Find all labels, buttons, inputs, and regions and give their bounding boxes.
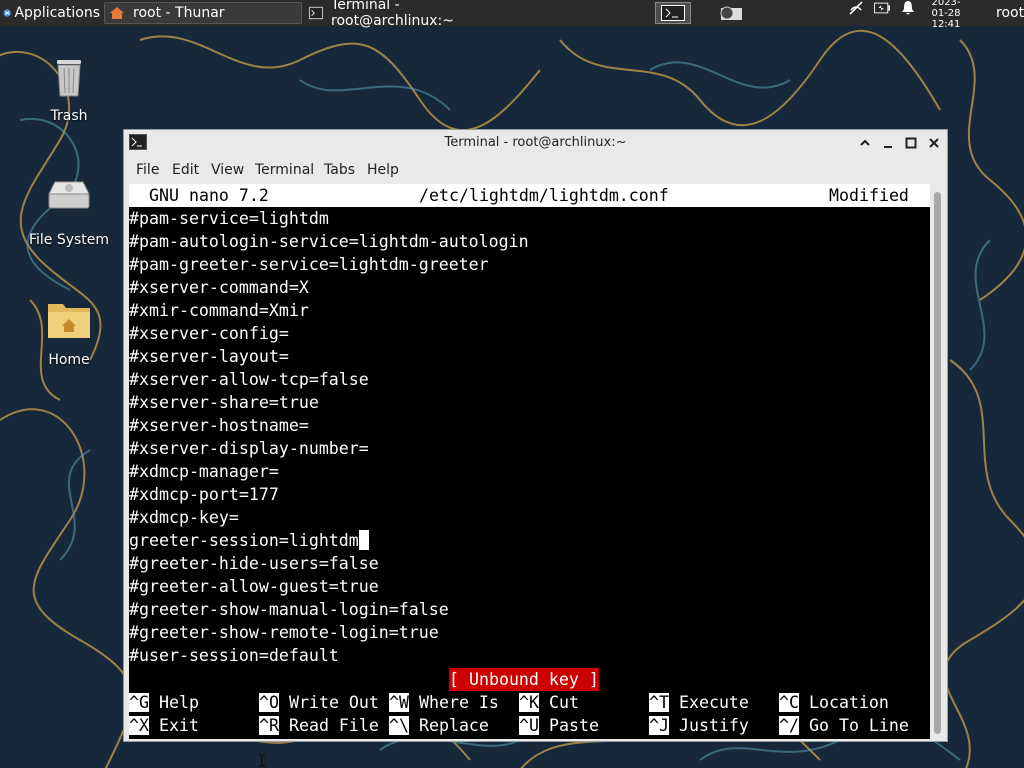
- window-titlebar[interactable]: Terminal - root@archlinux:~: [124, 130, 947, 156]
- task-terminal-label: Terminal - root@archlinux:~: [331, 0, 454, 29]
- task-terminal[interactable]: Terminal - root@archlinux:~: [304, 0, 504, 29]
- terminal-screen[interactable]: GNU nano 7.2 /etc/lightdm/lightdm.conf M…: [129, 184, 930, 739]
- editor-line: #xmir-command=Xmir: [129, 301, 309, 320]
- minimize-icon: [884, 146, 892, 148]
- editor-line: #greeter-show-remote-login=true: [129, 623, 439, 642]
- menu-file[interactable]: File: [136, 158, 159, 182]
- workspace-1[interactable]: [655, 2, 691, 24]
- desktop-icon-trash[interactable]: Trash: [24, 52, 114, 124]
- clock[interactable]: 2023-01-28 12:41: [926, 0, 966, 30]
- notification-bell-icon[interactable]: [900, 0, 916, 16]
- nano-filename: /etc/lightdm/lightdm.conf: [419, 186, 669, 205]
- close-button[interactable]: [924, 133, 944, 153]
- user-menu[interactable]: root: [996, 0, 1024, 26]
- text-cursor: [358, 530, 369, 550]
- xfce-logo-icon: [3, 9, 11, 17]
- menu-terminal[interactable]: Terminal: [255, 158, 314, 182]
- editor-line: #xserver-allow-tcp=false: [129, 370, 369, 389]
- nano-title-bar: GNU nano 7.2 /etc/lightdm/lightdm.conf M…: [129, 184, 930, 207]
- trash-icon: [57, 60, 81, 97]
- menu-bar: File Edit View Terminal Tabs Help: [124, 158, 947, 182]
- terminal-icon: [309, 6, 324, 20]
- shortcut-paste: ^U Paste: [519, 716, 599, 735]
- editor-line: #pam-autologin-service=lightdm-autologin: [129, 232, 529, 251]
- close-icon: [929, 138, 939, 148]
- shortcut-cut: ^K Cut: [519, 693, 579, 712]
- editor-line: #xdmcp-port=177: [129, 485, 279, 504]
- desktop-icon-file-system[interactable]: File System: [24, 176, 114, 248]
- nano-status-message: [ Unbound key ]: [449, 668, 599, 691]
- shortcut-go-to-line: ^/ Go To Line: [779, 716, 909, 735]
- workspace-2[interactable]: [712, 2, 748, 24]
- scrollbar-thumb[interactable]: [934, 192, 941, 734]
- editor-line-cursor: greeter-session=lightdm: [129, 529, 369, 552]
- home-folder-icon: [110, 7, 124, 19]
- network-disconnected-icon[interactable]: [848, 0, 864, 16]
- shortcut-location: ^C Location: [779, 693, 889, 712]
- shortcut-where-is: ^W Where Is: [389, 693, 499, 712]
- menu-view[interactable]: View: [211, 158, 244, 182]
- editor-line: #greeter-allow-guest=true: [129, 577, 379, 596]
- minimize-button[interactable]: [878, 133, 898, 153]
- hard-drive-icon: [48, 181, 90, 209]
- desktop-icon-home-label: Home: [48, 352, 90, 368]
- editor-line: #xserver-layout=: [129, 347, 289, 366]
- editor-line: #user-session=default: [129, 646, 339, 665]
- editor-line: #xserver-display-number=: [129, 439, 369, 458]
- shortcut-replace: ^\ Replace: [389, 716, 489, 735]
- desktop-icon-trash-label: Trash: [50, 108, 88, 124]
- desktop-workspace-icon: [720, 6, 742, 20]
- clock-date: 2023-01-28: [931, 0, 961, 19]
- nano-version: GNU nano 7.2: [149, 186, 269, 205]
- task-thunar-label: root - Thunar: [133, 5, 225, 21]
- editor-line: #xdmcp-key=: [129, 508, 239, 527]
- menu-tabs[interactable]: Tabs: [324, 158, 355, 182]
- clock-time: 12:41: [931, 18, 961, 30]
- desktop-icon-file-system-label: File System: [28, 232, 110, 248]
- shortcut-execute: ^T Execute: [649, 693, 749, 712]
- home-folder-icon: [48, 304, 90, 338]
- nano-modified-status: Modified: [829, 186, 909, 205]
- terminal-workspace-icon: [661, 5, 685, 21]
- mouse-ibeam-cursor-icon: [258, 753, 266, 768]
- terminal-window[interactable]: Terminal - root@archlinux:~ File Edit Vi…: [123, 129, 948, 742]
- shortcut-read-file: ^R Read File: [259, 716, 379, 735]
- maximize-icon: [905, 137, 917, 149]
- shortcut-write-out: ^O Write Out: [259, 693, 379, 712]
- chevron-up-icon: [860, 139, 870, 146]
- battery-icon[interactable]: [874, 0, 890, 16]
- top-panel: Applications root - Thunar Terminal - ro…: [0, 0, 1024, 30]
- shortcut-justify: ^J Justify: [649, 716, 749, 735]
- menu-help[interactable]: Help: [367, 158, 399, 182]
- editor-line: #xdmcp-manager=: [129, 462, 279, 481]
- desktop-icon-home[interactable]: Home: [24, 296, 114, 368]
- collapse-button[interactable]: [855, 133, 875, 153]
- editor-line: #greeter-show-manual-login=false: [129, 600, 449, 619]
- editor-line: #greeter-hide-users=false: [129, 554, 379, 573]
- editor-line: #pam-service=lightdm: [129, 209, 329, 228]
- terminal-scrollbar[interactable]: [931, 184, 944, 739]
- editor-line: #xserver-config=: [129, 324, 289, 343]
- window-title: Terminal - root@archlinux:~: [444, 135, 627, 150]
- editor-line: #xserver-hostname=: [129, 416, 309, 435]
- maximize-button[interactable]: [901, 133, 921, 153]
- editor-line: #xserver-share=true: [129, 393, 319, 412]
- applications-label: Applications: [14, 5, 100, 21]
- applications-menu-button[interactable]: Applications: [0, 0, 100, 26]
- editor-line-text: greeter-session=lightdm: [129, 531, 359, 550]
- editor-line: #xserver-command=X: [129, 278, 309, 297]
- shortcut-help: ^G Help: [129, 693, 199, 712]
- menu-edit[interactable]: Edit: [172, 158, 199, 182]
- editor-line: #pam-greeter-service=lightdm-greeter: [129, 255, 489, 274]
- shortcut-exit: ^X Exit: [129, 716, 199, 735]
- task-thunar[interactable]: root - Thunar: [104, 2, 302, 24]
